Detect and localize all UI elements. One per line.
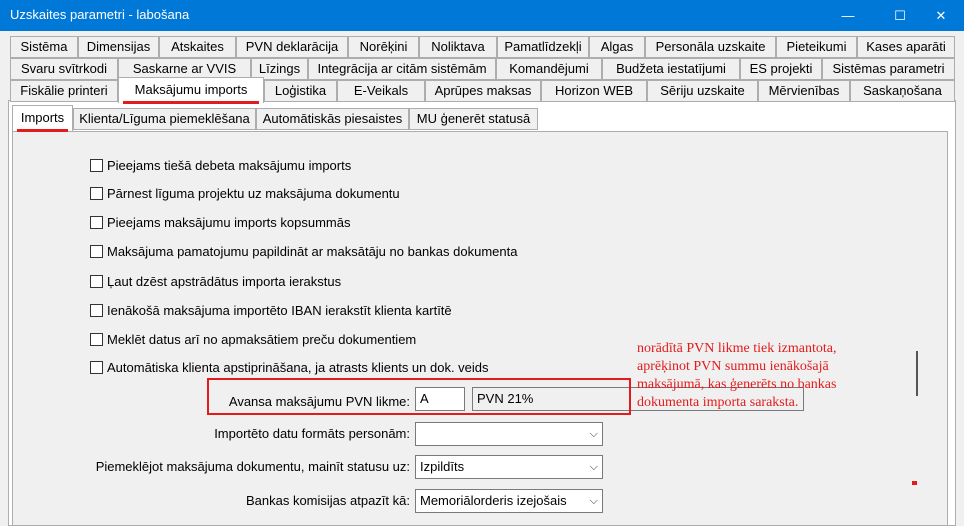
checkbox-label: Ienākošā maksājuma importēto IBAN ieraks… [107,302,452,318]
tab-e-veikals[interactable]: E-Veikals [337,80,425,102]
checkbox-tiesa-debeta[interactable]: Pieejams tiešā debeta maksājumu imports [90,156,351,174]
subtab-mu-generet-statusa[interactable]: MU ģenerēt statusā [409,108,538,130]
tab-dimensijas[interactable]: Dimensijas [78,36,159,58]
tab-maksajumu-imports-label: Maksājumu imports [134,82,248,97]
checkbox-box[interactable] [90,360,103,374]
chevron-down-icon[interactable]: ⌵ [590,456,598,478]
checkbox-label: Maksājuma pamatojumu papildināt ar maksā… [107,243,518,259]
chevron-down-icon[interactable]: ⌵ [590,490,598,512]
checkbox-automatiska-klienta[interactable]: Automātiska klienta apstiprināšana, ja a… [90,358,489,376]
highlight-box [207,378,631,415]
close-button[interactable]: ✕ [918,0,964,31]
tab-mervienibas[interactable]: Mērvienības [758,80,850,102]
status-change-label: Piemeklējot maksājuma dokumentu, mainīt … [95,459,410,474]
checkbox-laut-dzest[interactable]: Ļaut dzēst apstrādātus importa ierakstus [90,272,341,290]
maximize-button[interactable]: ☐ [877,0,923,31]
checkbox-iban-ierakstit[interactable]: Ienākošā maksājuma importēto IBAN ieraks… [90,301,452,319]
checkbox-box[interactable] [90,158,103,172]
status-change-select[interactable]: Izpildīts ⌵ [415,455,603,479]
tab-algas[interactable]: Algas [589,36,645,58]
tab-aprupes-maksas[interactable]: Aprūpes maksas [425,80,541,102]
tab-seriju-uzskaite[interactable]: Sēriju uzskaite [647,80,758,102]
tab-kases-aparati[interactable]: Kases aparāti [857,36,955,58]
tab-pamatlidzekli[interactable]: Pamatlīdzekļi [497,36,589,58]
chevron-down-icon[interactable]: ⌵ [590,423,598,445]
person-format-select[interactable]: ⌵ [415,422,603,446]
tab-saskanosana[interactable]: Saskaņošana [850,80,955,102]
active-subtab-indicator [17,129,68,132]
checkbox-kopsummas[interactable]: Pieejams maksājumu imports kopsummās [90,213,350,231]
tab-es-projekti[interactable]: ES projekti [740,58,822,80]
person-format-label: Importēto datu formāts personām: [214,426,410,441]
tab-logistika[interactable]: Loģistika [264,80,337,102]
checkbox-meklet-datus[interactable]: Meklēt datus arī no apmaksātiem preču do… [90,330,416,348]
bank-commission-label: Bankas komisijas atpazīt kā: [245,493,410,508]
red-marker [912,481,917,485]
status-change-value: Izpildīts [420,459,465,474]
checkbox-pamatojumu-papildinat[interactable]: Maksājuma pamatojumu papildināt ar maksā… [90,242,517,260]
tab-atskaites[interactable]: Atskaites [159,36,236,58]
tab-maksajumu-imports[interactable]: Maksājumu imports [118,77,264,104]
tab-sistemas-parametri[interactable]: Sistēmas parametri [822,58,955,80]
checkbox-label: Ļaut dzēst apstrādātus importa ierakstus [107,273,342,289]
subtab-automatiskas-piesaistes[interactable]: Automātiskās piesaistes [256,108,409,130]
checkbox-box[interactable] [90,332,103,346]
tab-fiskalie-printeri[interactable]: Fiskālie printeri [10,80,118,102]
tab-noliktava[interactable]: Noliktava [419,36,497,58]
tab-komandejumi[interactable]: Komandējumi [496,58,602,80]
tab-sistema[interactable]: Sistēma [10,36,78,58]
tab-norekini[interactable]: Norēķini [348,36,419,58]
bank-commission-select[interactable]: Memoriālorderis izejošais ⌵ [415,489,603,513]
checkbox-box[interactable] [90,215,103,229]
tab-budzeta-iestatijumi[interactable]: Budžeta iestatījumi [602,58,740,80]
tab-svaru-svitrkodi[interactable]: Svaru svītrkodi [10,58,118,80]
checkbox-label: Meklēt datus arī no apmaksātiem preču do… [107,331,417,347]
tab-horizon-web[interactable]: Horizon WEB [541,80,647,102]
subtab-imports-label: Imports [20,110,65,125]
tab-personala-uzskaite[interactable]: Personāla uzskaite [645,36,776,58]
checkbox-box[interactable] [90,244,103,258]
title-bar: Uzskaites parametri - labošana — ☐ ✕ [0,0,964,31]
bank-commission-value: Memoriālorderis izejošais [420,493,567,508]
checkbox-label: Automātiska klienta apstiprināšana, ja a… [107,359,489,375]
annotation-note: norādītā PVN likme tiek izmantota, aprēķ… [637,341,837,410]
window-title: Uzskaites parametri - labošana [10,7,190,22]
tab-integracija[interactable]: Integrācija ar citām sistēmām [308,58,496,80]
checkbox-box[interactable] [90,186,103,200]
subtab-klienta-liguma[interactable]: Klienta/Līguma piemeklēšana [73,108,256,130]
subtab-imports[interactable]: Imports [12,105,73,132]
checkbox-box[interactable] [90,303,103,317]
scrollbar-thumb[interactable] [916,351,918,396]
checkbox-label: Pieejams maksājumu imports kopsummās [107,214,351,230]
minimize-button[interactable]: — [825,0,871,31]
active-tab-indicator [123,101,259,104]
checkbox-label: Pieejams tiešā debeta maksājumu imports [107,157,352,173]
tab-pieteikumi[interactable]: Pieteikumi [776,36,857,58]
checkbox-parnest-liguma[interactable]: Pārnest līguma projektu uz maksājuma dok… [90,184,400,202]
checkbox-label: Pārnest līguma projektu uz maksājuma dok… [107,185,400,201]
checkbox-box[interactable] [90,274,103,288]
tab-pvn-deklaracija[interactable]: PVN deklarācija [236,36,348,58]
